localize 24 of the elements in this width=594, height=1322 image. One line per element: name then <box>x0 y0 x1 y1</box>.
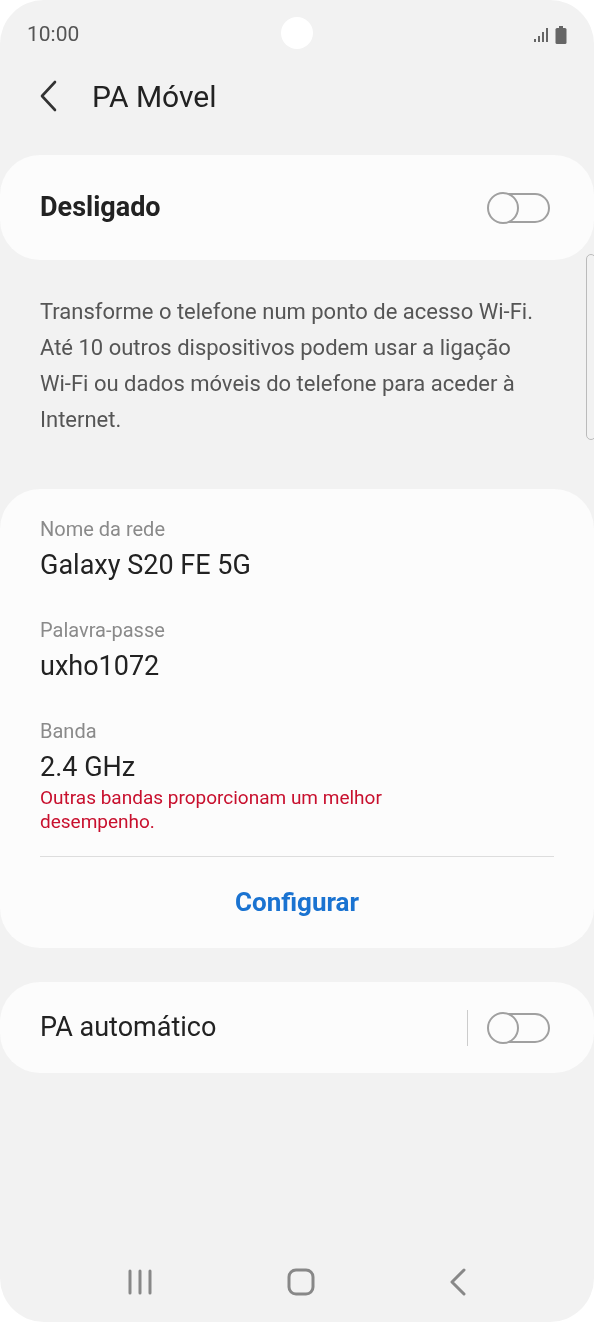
home-button[interactable] <box>287 1268 315 1296</box>
back-icon <box>38 80 58 112</box>
toggle-switch[interactable] <box>488 192 550 223</box>
recent-apps-button[interactable] <box>127 1269 153 1295</box>
warning-text: Outras bandas proporcionam um melhor desempenho. <box>40 786 383 834</box>
auto-hotspot-label: PA automático <box>40 1010 218 1046</box>
toggle-switch[interactable] <box>488 1012 550 1043</box>
home-icon <box>287 1268 315 1296</box>
status-time: 10:00 <box>27 20 80 48</box>
configure-button[interactable]: Configurar <box>234 883 360 922</box>
description-text: Transforme o telefone num ponto de acesso Wi-Fi. Até 10 outros dispositivos podem usar a ligação Wi-Fi ou dados móveis do telefone para aceder à Internet. <box>40 298 534 434</box>
field-label: Banda <box>40 718 98 744</box>
recent-apps-icon <box>127 1269 153 1295</box>
signal-icon <box>533 26 549 43</box>
back-nav-button[interactable] <box>449 1268 467 1296</box>
switch-label: Desligado <box>40 190 161 226</box>
field-value[interactable]: uxho1072 <box>40 647 554 685</box>
page-title: PA Móvel <box>92 77 217 116</box>
field-label: Palavra-passe <box>40 617 166 643</box>
field-label: Nome da rede <box>40 516 166 542</box>
battery-icon <box>555 25 567 44</box>
field-value[interactable]: 2.4 GHz <box>40 748 554 786</box>
field-value[interactable]: Galaxy S20 FE 5G <box>40 546 554 584</box>
back-icon <box>449 1268 467 1296</box>
